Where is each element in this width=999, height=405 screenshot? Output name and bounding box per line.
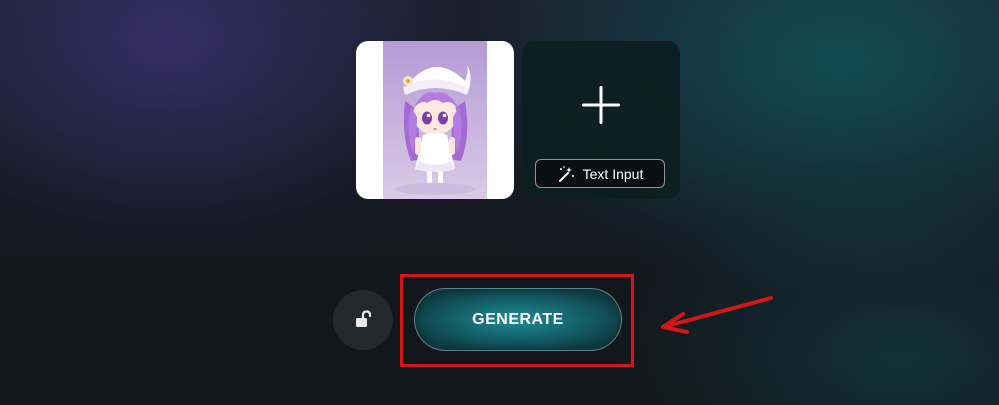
add-input-card[interactable]: Text Input: [522, 41, 680, 199]
lock-toggle-button[interactable]: [333, 290, 393, 350]
text-input-label: Text Input: [582, 165, 644, 182]
plus-icon[interactable]: [582, 86, 620, 124]
chibi-character-image: [383, 41, 487, 199]
uploaded-image-thumbnail[interactable]: [356, 41, 514, 199]
arrow-left-icon: [661, 296, 773, 334]
magic-wand-icon: [558, 165, 574, 182]
highlight-box: [400, 274, 634, 367]
text-input-button[interactable]: Text Input: [535, 159, 665, 188]
unlock-icon: [356, 310, 372, 327]
